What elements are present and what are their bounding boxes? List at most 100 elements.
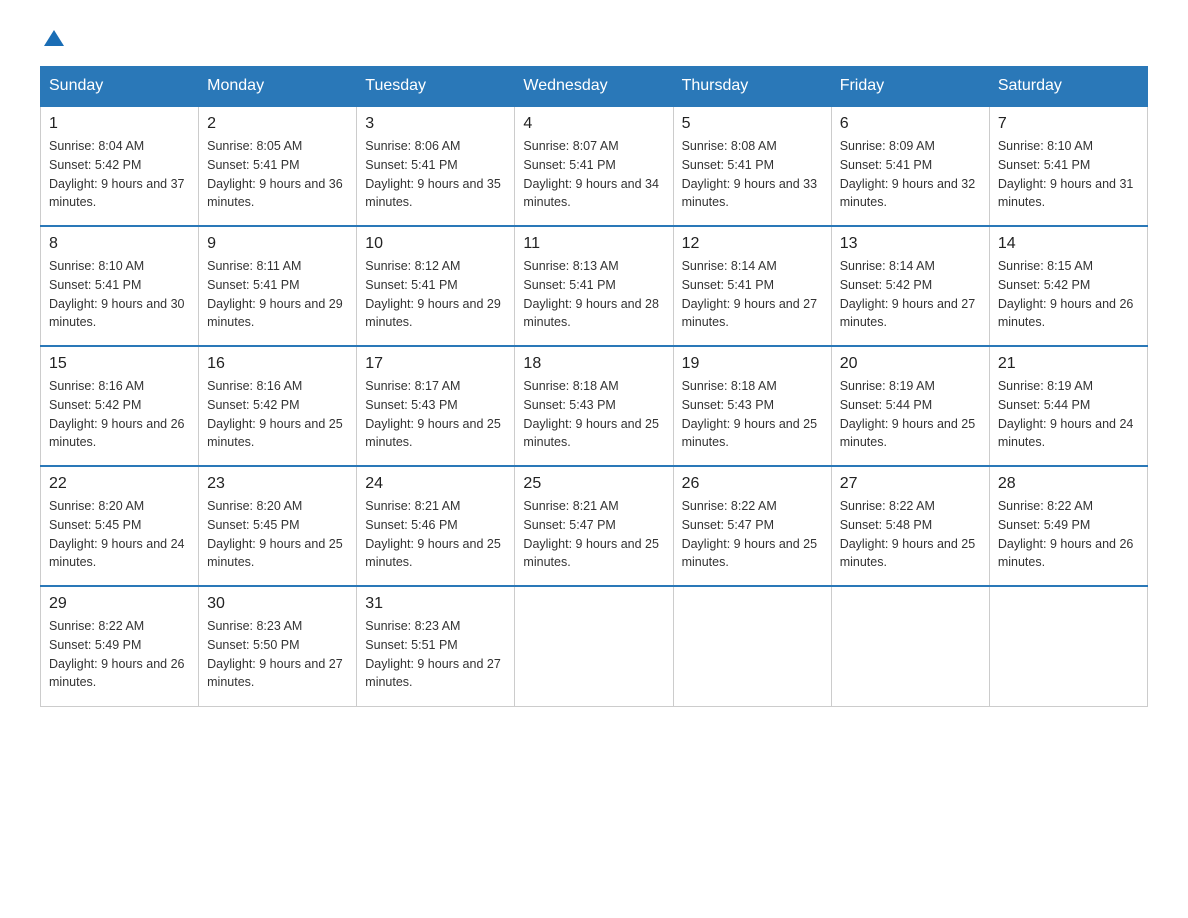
day-number: 6: [840, 115, 981, 133]
day-number: 19: [682, 355, 823, 373]
day-info: Sunrise: 8:13 AMSunset: 5:41 PMDaylight:…: [523, 257, 664, 332]
day-info: Sunrise: 8:20 AMSunset: 5:45 PMDaylight:…: [49, 497, 190, 572]
day-number: 4: [523, 115, 664, 133]
day-info: Sunrise: 8:23 AMSunset: 5:50 PMDaylight:…: [207, 617, 348, 692]
day-of-week-header: Thursday: [673, 67, 831, 107]
day-info: Sunrise: 8:22 AMSunset: 5:49 PMDaylight:…: [998, 497, 1139, 572]
calendar-day-cell: 29 Sunrise: 8:22 AMSunset: 5:49 PMDayligh…: [41, 586, 199, 706]
day-info: Sunrise: 8:22 AMSunset: 5:47 PMDaylight:…: [682, 497, 823, 572]
day-number: 25: [523, 475, 664, 493]
day-info: Sunrise: 8:05 AMSunset: 5:41 PMDaylight:…: [207, 137, 348, 212]
calendar-day-cell: 7 Sunrise: 8:10 AMSunset: 5:41 PMDaylight…: [989, 106, 1147, 226]
calendar-day-cell: 17Sunrise: 8:17 AMSunset: 5:43 PMDayligh…: [357, 346, 515, 466]
day-info: Sunrise: 8:20 AMSunset: 5:45 PMDaylight:…: [207, 497, 348, 572]
calendar-week-row: 8 Sunrise: 8:10 AMSunset: 5:41 PMDaylight…: [41, 226, 1148, 346]
day-info: Sunrise: 8:14 AMSunset: 5:41 PMDaylight:…: [682, 257, 823, 332]
calendar-day-cell: 21 Sunrise: 8:19 AMSunset: 5:44 PMDayligh…: [989, 346, 1147, 466]
day-number: 22: [49, 475, 190, 493]
calendar-day-cell: 10 Sunrise: 8:12 AMSunset: 5:41 PMDayligh…: [357, 226, 515, 346]
calendar-day-cell: 12 Sunrise: 8:14 AMSunset: 5:41 PMDayligh…: [673, 226, 831, 346]
day-info: Sunrise: 8:19 AMSunset: 5:44 PMDaylight:…: [840, 377, 981, 452]
day-info: Sunrise: 8:22 AMSunset: 5:48 PMDaylight:…: [840, 497, 981, 572]
calendar-day-cell: [515, 586, 673, 706]
day-of-week-header: Monday: [199, 67, 357, 107]
calendar-day-cell: 30 Sunrise: 8:23 AMSunset: 5:50 PMDayligh…: [199, 586, 357, 706]
day-number: 31: [365, 595, 506, 613]
day-number: 7: [998, 115, 1139, 133]
day-info: Sunrise: 8:22 AMSunset: 5:49 PMDaylight:…: [49, 617, 190, 692]
day-of-week-header: Tuesday: [357, 67, 515, 107]
day-info: Sunrise: 8:12 AMSunset: 5:41 PMDaylight:…: [365, 257, 506, 332]
page-header: [40, 30, 1148, 46]
day-info: Sunrise: 8:08 AMSunset: 5:41 PMDaylight:…: [682, 137, 823, 212]
day-number: 15: [49, 355, 190, 373]
calendar-day-cell: 28 Sunrise: 8:22 AMSunset: 5:49 PMDayligh…: [989, 466, 1147, 586]
calendar-week-row: 22 Sunrise: 8:20 AMSunset: 5:45 PMDayligh…: [41, 466, 1148, 586]
day-number: 10: [365, 235, 506, 253]
day-info: Sunrise: 8:18 AMSunset: 5:43 PMDaylight:…: [682, 377, 823, 452]
day-number: 21: [998, 355, 1139, 373]
day-number: 29: [49, 595, 190, 613]
day-info: Sunrise: 8:10 AMSunset: 5:41 PMDaylight:…: [998, 137, 1139, 212]
day-number: 26: [682, 475, 823, 493]
calendar-body: 1 Sunrise: 8:04 AMSunset: 5:42 PMDaylight…: [41, 106, 1148, 706]
calendar-day-cell: 4 Sunrise: 8:07 AMSunset: 5:41 PMDaylight…: [515, 106, 673, 226]
logo: [40, 30, 64, 46]
day-number: 11: [523, 235, 664, 253]
calendar-day-cell: 26 Sunrise: 8:22 AMSunset: 5:47 PMDayligh…: [673, 466, 831, 586]
calendar-day-cell: 20 Sunrise: 8:19 AMSunset: 5:44 PMDayligh…: [831, 346, 989, 466]
day-number: 30: [207, 595, 348, 613]
calendar-day-cell: 5Sunrise: 8:08 AMSunset: 5:41 PMDaylight…: [673, 106, 831, 226]
header-row: SundayMondayTuesdayWednesdayThursdayFrid…: [41, 67, 1148, 107]
day-info: Sunrise: 8:17 AMSunset: 5:43 PMDaylight:…: [365, 377, 506, 452]
calendar-day-cell: 18Sunrise: 8:18 AMSunset: 5:43 PMDayligh…: [515, 346, 673, 466]
calendar-table: SundayMondayTuesdayWednesdayThursdayFrid…: [40, 66, 1148, 707]
day-info: Sunrise: 8:10 AMSunset: 5:41 PMDaylight:…: [49, 257, 190, 332]
day-number: 9: [207, 235, 348, 253]
day-info: Sunrise: 8:07 AMSunset: 5:41 PMDaylight:…: [523, 137, 664, 212]
day-info: Sunrise: 8:14 AMSunset: 5:42 PMDaylight:…: [840, 257, 981, 332]
day-number: 28: [998, 475, 1139, 493]
day-info: Sunrise: 8:21 AMSunset: 5:47 PMDaylight:…: [523, 497, 664, 572]
day-number: 13: [840, 235, 981, 253]
day-number: 27: [840, 475, 981, 493]
day-info: Sunrise: 8:16 AMSunset: 5:42 PMDaylight:…: [49, 377, 190, 452]
calendar-day-cell: 1 Sunrise: 8:04 AMSunset: 5:42 PMDaylight…: [41, 106, 199, 226]
day-of-week-header: Friday: [831, 67, 989, 107]
day-info: Sunrise: 8:15 AMSunset: 5:42 PMDaylight:…: [998, 257, 1139, 332]
day-info: Sunrise: 8:04 AMSunset: 5:42 PMDaylight:…: [49, 137, 190, 212]
calendar-day-cell: 3Sunrise: 8:06 AMSunset: 5:41 PMDaylight…: [357, 106, 515, 226]
day-info: Sunrise: 8:06 AMSunset: 5:41 PMDaylight:…: [365, 137, 506, 212]
day-number: 14: [998, 235, 1139, 253]
day-number: 1: [49, 115, 190, 133]
calendar-day-cell: 6Sunrise: 8:09 AMSunset: 5:41 PMDaylight…: [831, 106, 989, 226]
calendar-week-row: 1 Sunrise: 8:04 AMSunset: 5:42 PMDaylight…: [41, 106, 1148, 226]
calendar-day-cell: 15 Sunrise: 8:16 AMSunset: 5:42 PMDayligh…: [41, 346, 199, 466]
calendar-day-cell: [831, 586, 989, 706]
day-of-week-header: Sunday: [41, 67, 199, 107]
day-number: 2: [207, 115, 348, 133]
day-info: Sunrise: 8:19 AMSunset: 5:44 PMDaylight:…: [998, 377, 1139, 452]
calendar-day-cell: 23Sunrise: 8:20 AMSunset: 5:45 PMDayligh…: [199, 466, 357, 586]
calendar-week-row: 15 Sunrise: 8:16 AMSunset: 5:42 PMDayligh…: [41, 346, 1148, 466]
calendar-day-cell: 31Sunrise: 8:23 AMSunset: 5:51 PMDayligh…: [357, 586, 515, 706]
day-number: 20: [840, 355, 981, 373]
day-number: 24: [365, 475, 506, 493]
calendar-day-cell: [989, 586, 1147, 706]
day-of-week-header: Saturday: [989, 67, 1147, 107]
calendar-header: SundayMondayTuesdayWednesdayThursdayFrid…: [41, 67, 1148, 107]
logo-triangle-icon: [44, 30, 64, 46]
day-number: 12: [682, 235, 823, 253]
day-of-week-header: Wednesday: [515, 67, 673, 107]
calendar-day-cell: 19 Sunrise: 8:18 AMSunset: 5:43 PMDayligh…: [673, 346, 831, 466]
calendar-day-cell: 27 Sunrise: 8:22 AMSunset: 5:48 PMDayligh…: [831, 466, 989, 586]
day-number: 8: [49, 235, 190, 253]
calendar-day-cell: 8 Sunrise: 8:10 AMSunset: 5:41 PMDaylight…: [41, 226, 199, 346]
calendar-day-cell: 13 Sunrise: 8:14 AMSunset: 5:42 PMDayligh…: [831, 226, 989, 346]
day-info: Sunrise: 8:11 AMSunset: 5:41 PMDaylight:…: [207, 257, 348, 332]
calendar-day-cell: 25 Sunrise: 8:21 AMSunset: 5:47 PMDayligh…: [515, 466, 673, 586]
day-number: 16: [207, 355, 348, 373]
day-info: Sunrise: 8:18 AMSunset: 5:43 PMDaylight:…: [523, 377, 664, 452]
calendar-day-cell: 22 Sunrise: 8:20 AMSunset: 5:45 PMDayligh…: [41, 466, 199, 586]
calendar-day-cell: 24Sunrise: 8:21 AMSunset: 5:46 PMDayligh…: [357, 466, 515, 586]
